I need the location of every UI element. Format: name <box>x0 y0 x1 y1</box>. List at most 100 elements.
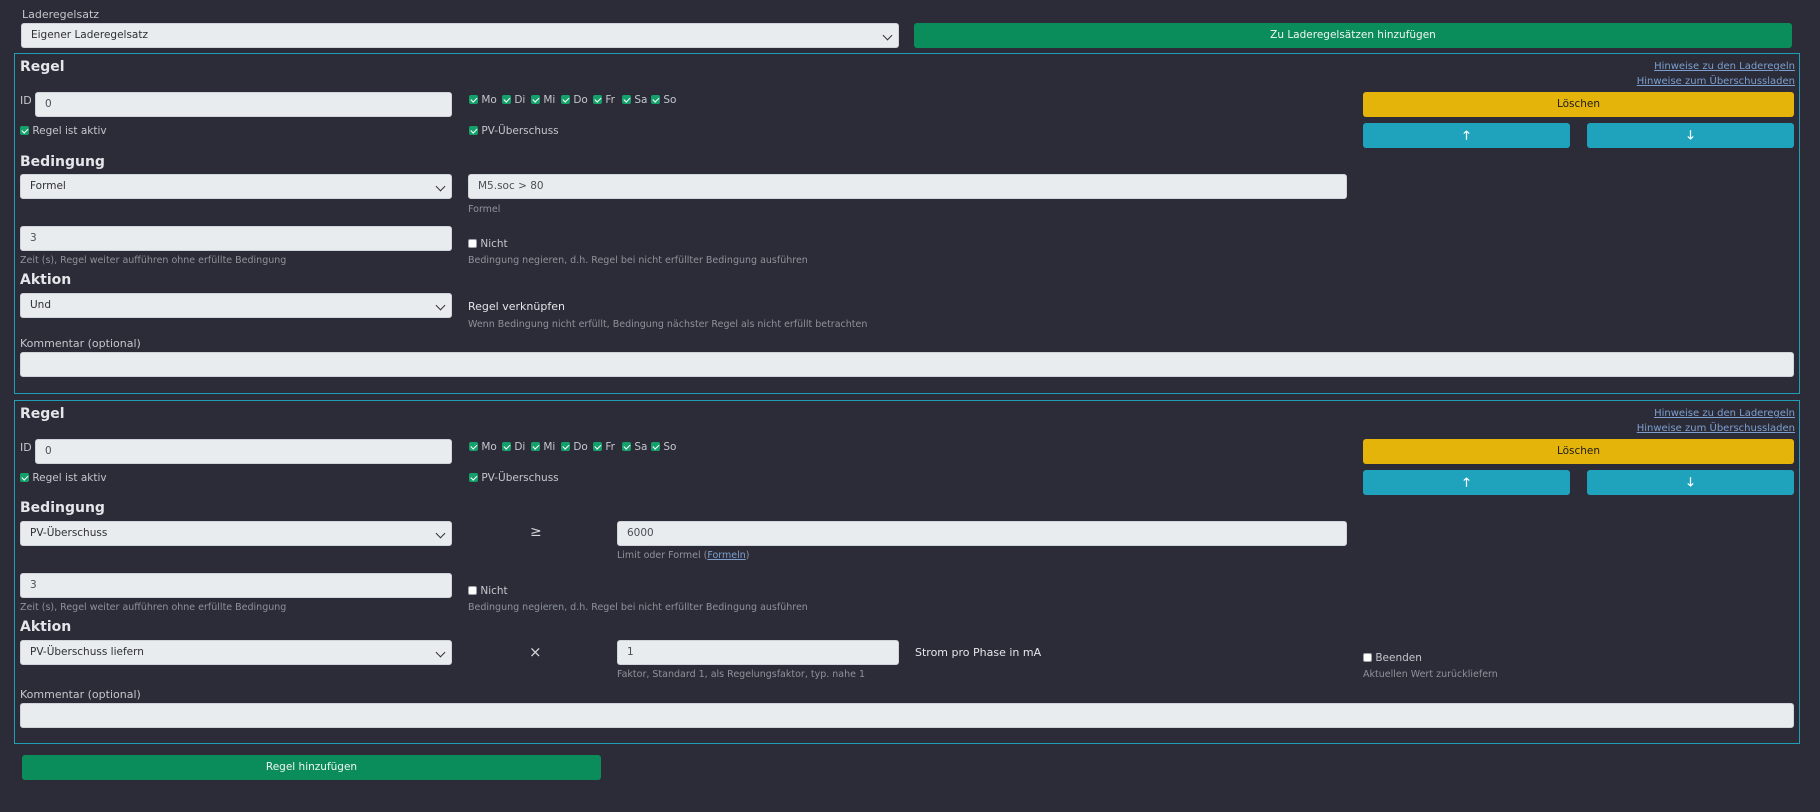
rule-1-active-checkbox[interactable]: Regel ist aktiv <box>20 125 107 137</box>
rule-2-active-checkbox[interactable]: Regel ist aktiv <box>20 472 107 484</box>
rule-2-factor-help: Faktor, Standard 1, als Regelungsfaktor,… <box>617 669 866 680</box>
rule-1-link-surplus[interactable]: Hinweise zum Überschussladen <box>1637 76 1795 87</box>
ruleset-label: Laderegelsatz <box>22 8 100 21</box>
checkbox-icon <box>469 126 478 135</box>
rule-1-comment-input[interactable] <box>20 352 1794 377</box>
rule-2-title: Regel <box>20 406 65 422</box>
rule-2-multiply: × <box>529 643 542 661</box>
rule-1-action-title: Aktion <box>20 272 72 288</box>
rule-2-day-mo[interactable]: Mo <box>469 441 497 453</box>
rule-1-link-rules[interactable]: Hinweise zu den Laderegeln <box>1654 61 1795 72</box>
checkbox-icon <box>651 442 660 451</box>
rule-1-action-select[interactable]: Und <box>20 293 452 318</box>
rule-2-day-di[interactable]: Di <box>502 441 525 453</box>
rule-1-not-checkbox[interactable]: Nicht <box>468 238 508 250</box>
checkbox-icon <box>531 442 540 451</box>
rule-2-comment-input[interactable] <box>20 703 1794 728</box>
rule-2-time-input[interactable]: 3 <box>20 573 452 598</box>
rule-2-not-checkbox[interactable]: Nicht <box>468 585 508 597</box>
rule-1-day-do[interactable]: Do <box>561 94 588 106</box>
checkbox-icon <box>468 586 477 595</box>
rule-2-operator: ≥ <box>530 524 542 540</box>
rule-2-day-fr[interactable]: Fr <box>593 441 615 453</box>
rule-1-title: Regel <box>20 59 65 75</box>
checkbox-icon <box>1363 653 1372 662</box>
rule-1-formula-label: Formel <box>468 204 501 215</box>
rule-2-limit-help: Limit oder Formel (Formeln) <box>617 550 750 561</box>
rule-2-comment-label: Kommentar (optional) <box>20 688 141 701</box>
arrow-down-icon: 🡓 <box>1687 475 1694 489</box>
rule-1-day-di[interactable]: Di <box>502 94 525 106</box>
checkbox-icon <box>469 473 478 482</box>
rule-1-day-mo[interactable]: Mo <box>469 94 497 106</box>
rule-2-move-up-button[interactable]: 🡑 <box>1363 470 1570 495</box>
rule-1-move-up-button[interactable]: 🡑 <box>1363 123 1570 148</box>
rule-2-formulas-link[interactable]: Formeln <box>707 550 745 561</box>
chevron-down-icon <box>435 300 446 311</box>
checkbox-icon <box>593 95 602 104</box>
rule-1-comment-label: Kommentar (optional) <box>20 337 141 350</box>
rule-1-not-help: Bedingung negieren, d.h. Regel bei nicht… <box>468 255 808 266</box>
ruleset-select[interactable]: Eigener Laderegelsatz <box>21 23 899 48</box>
rule-1-condition-title: Bedingung <box>20 154 105 170</box>
rule-1-pv-checkbox[interactable]: PV-Überschuss <box>469 125 559 137</box>
checkbox-icon <box>469 442 478 451</box>
rule-1-time-input[interactable]: 3 <box>20 226 452 251</box>
rule-2-move-down-button[interactable]: 🡓 <box>1587 470 1794 495</box>
add-rule-button[interactable]: Regel hinzufügen <box>22 755 601 780</box>
rule-1-id-label: ID <box>20 94 32 107</box>
chevron-down-icon <box>882 30 893 41</box>
rule-1-day-mi[interactable]: Mi <box>531 94 555 106</box>
rule-2-action-select[interactable]: PV-Überschuss liefern <box>20 640 452 665</box>
rule-2-day-mi[interactable]: Mi <box>531 441 555 453</box>
rule-2-day-sa[interactable]: Sa <box>622 441 647 453</box>
checkbox-icon <box>469 95 478 104</box>
checkbox-icon <box>20 126 29 135</box>
rule-2-time-help: Zeit (s), Regel weiter aufführen ohne er… <box>20 602 287 613</box>
checkbox-icon <box>593 442 602 451</box>
rule-2-id-input[interactable]: 0 <box>35 439 452 464</box>
rule-2-end-help: Aktuellen Wert zurückliefern <box>1363 669 1498 680</box>
rule-1-move-down-button[interactable]: 🡓 <box>1587 123 1794 148</box>
checkbox-icon <box>20 473 29 482</box>
rule-2-link-surplus[interactable]: Hinweise zum Überschussladen <box>1637 423 1795 434</box>
checkbox-icon <box>561 442 570 451</box>
checkbox-icon <box>502 442 511 451</box>
rule-2-pv-checkbox[interactable]: PV-Überschuss <box>469 472 559 484</box>
chevron-down-icon <box>435 181 446 192</box>
add-to-rulesets-button[interactable]: Zu Laderegelsätzen hinzufügen <box>914 23 1792 48</box>
rule-1-link-help: Wenn Bedingung nicht erfüllt, Bedingung … <box>468 319 868 330</box>
rule-1-day-so[interactable]: So <box>651 94 676 106</box>
rule-1-day-sa[interactable]: Sa <box>622 94 647 106</box>
rule-1-id-input[interactable]: 0 <box>35 92 452 117</box>
chevron-down-icon <box>435 647 446 658</box>
rule-1-formula-input[interactable]: M5.soc > 80 <box>468 174 1347 199</box>
rule-2-limit-input[interactable]: 6000 <box>617 521 1347 546</box>
rule-2-condition-select[interactable]: PV-Überschuss <box>20 521 452 546</box>
checkbox-icon <box>502 95 511 104</box>
rule-2-id-label: ID <box>20 441 32 454</box>
ruleset-select-value: Eigener Laderegelsatz <box>31 29 148 41</box>
rule-2-day-so[interactable]: So <box>651 441 676 453</box>
rule-2-day-do[interactable]: Do <box>561 441 588 453</box>
checkbox-icon <box>651 95 660 104</box>
rule-2-end-checkbox[interactable]: Beenden <box>1363 652 1422 664</box>
rule-2-not-help: Bedingung negieren, d.h. Regel bei nicht… <box>468 602 808 613</box>
rule-1-day-fr[interactable]: Fr <box>593 94 615 106</box>
checkbox-icon <box>531 95 540 104</box>
arrow-up-icon: 🡑 <box>1463 128 1470 142</box>
rule-2-link-rules[interactable]: Hinweise zu den Laderegeln <box>1654 408 1795 419</box>
rule-2-condition-title: Bedingung <box>20 500 105 516</box>
arrow-down-icon: 🡓 <box>1687 128 1694 142</box>
rule-1-time-help: Zeit (s), Regel weiter aufführen ohne er… <box>20 255 287 266</box>
checkbox-icon <box>622 95 631 104</box>
rule-2-delete-button[interactable]: Löschen <box>1363 439 1794 464</box>
rule-2-action-title: Aktion <box>20 619 72 635</box>
rule-2-current-label: Strom pro Phase in mA <box>915 646 1042 659</box>
rule-1-condition-select[interactable]: Formel <box>20 174 452 199</box>
rule-1-delete-button[interactable]: Löschen <box>1363 92 1794 117</box>
checkbox-icon <box>561 95 570 104</box>
checkbox-icon <box>468 239 477 248</box>
arrow-up-icon: 🡑 <box>1463 475 1470 489</box>
rule-2-factor-input[interactable]: 1 <box>617 640 899 665</box>
